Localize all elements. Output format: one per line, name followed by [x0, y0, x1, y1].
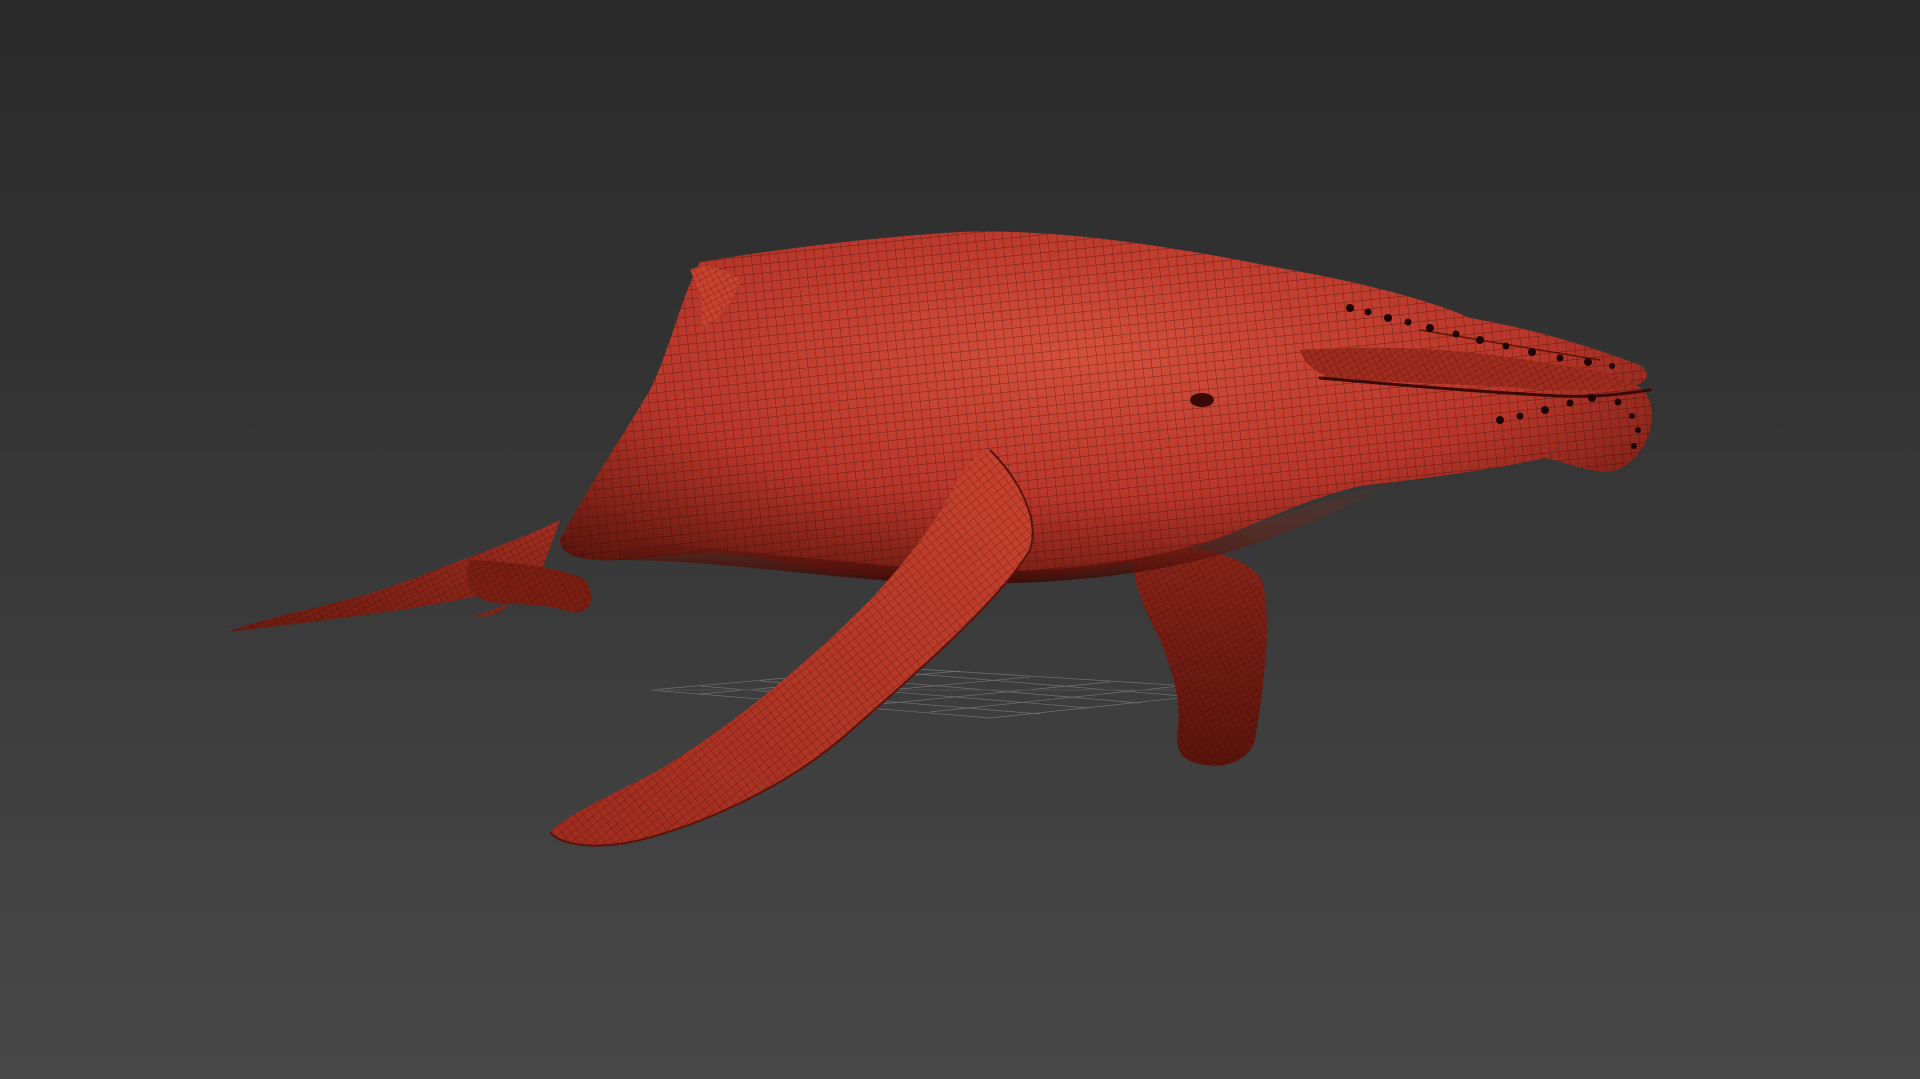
far-pectoral-flipper — [1133, 548, 1267, 766]
eye — [1190, 393, 1214, 407]
viewport-scene[interactable] — [0, 0, 1920, 1079]
tail-fluke — [228, 520, 592, 632]
3d-viewport[interactable] — [0, 0, 1920, 1079]
ground-grid — [649, 667, 1256, 719]
